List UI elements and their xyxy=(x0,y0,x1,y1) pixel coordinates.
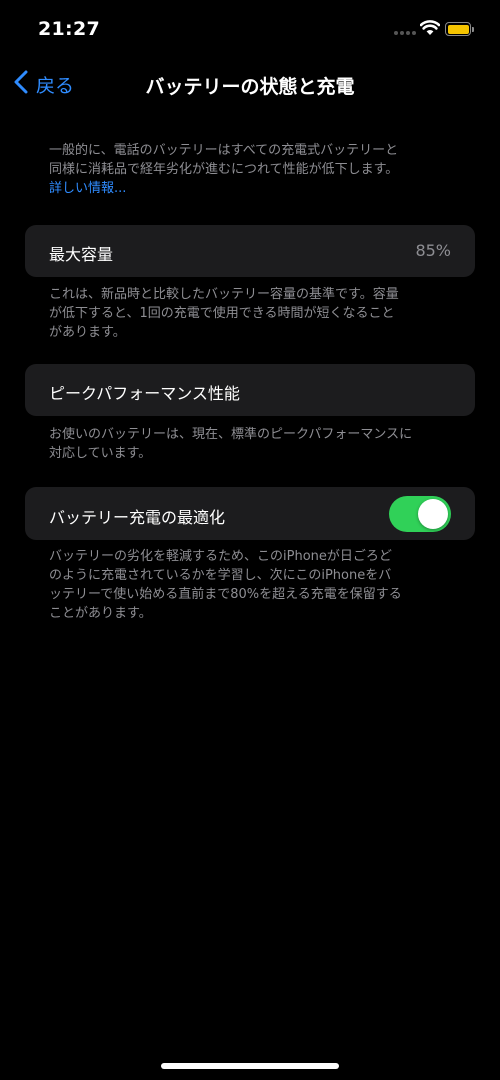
wifi-icon xyxy=(419,20,441,40)
peak-performance-description: お使いのバッテリーは、現在、標準のピークパフォーマンスに 対応しています。 xyxy=(49,425,429,463)
intro-line: 同様に消耗品で経年劣化が進むにつれて性能が低下します。 xyxy=(49,162,399,177)
navigation-bar: 戻る バッテリーの状態と充電 xyxy=(0,64,500,108)
description-line: ッテリーで使い始める直前まで80%を超える充電を保留する xyxy=(49,587,402,602)
description-line: があります。 xyxy=(49,325,126,340)
home-indicator[interactable] xyxy=(161,1063,339,1069)
status-bar: 21:27 xyxy=(0,0,500,56)
max-capacity-description: これは、新品時と比較したバッテリー容量の基準です。容量 が低下すると、1回の充電… xyxy=(49,285,429,342)
description-line: が低下すると、1回の充電で使用できる時間が短くなること xyxy=(49,306,395,321)
battery-icon xyxy=(445,22,475,38)
status-time: 21:27 xyxy=(38,18,100,40)
peak-performance-row: ピークパフォーマンス性能 xyxy=(25,364,475,416)
optimized-charging-toggle[interactable] xyxy=(389,496,451,532)
description-line: 対応しています。 xyxy=(49,446,152,461)
learn-more-link[interactable]: 詳しい情報... xyxy=(49,179,429,198)
page-title: バッテリーの状態と充電 xyxy=(145,76,355,98)
max-capacity-label: 最大容量 xyxy=(49,245,114,264)
description-line: お使いのバッテリーは、現在、標準のピークパフォーマンスに xyxy=(49,427,413,442)
intro-description: 一般的に、電話のバッテリーはすべての充電式バッテリーと 同様に消耗品で経年劣化が… xyxy=(49,141,429,198)
toggle-knob xyxy=(418,499,448,529)
optimized-charging-label: バッテリー充電の最適化 xyxy=(49,508,226,527)
max-capacity-row: 最大容量 85% xyxy=(25,225,475,277)
optimized-charging-description: バッテリーの劣化を軽減するため、このiPhoneが日ごろど のように充電されてい… xyxy=(49,547,429,623)
description-line: のように充電されているかを学習し、次にこのiPhoneをバ xyxy=(49,568,392,583)
description-line: これは、新品時と比較したバッテリー容量の基準です。容量 xyxy=(49,287,399,302)
intro-line: 一般的に、電話のバッテリーはすべての充電式バッテリーと xyxy=(49,143,399,158)
optimized-charging-row: バッテリー充電の最適化 xyxy=(25,487,475,540)
description-line: ことがあります。 xyxy=(49,606,152,621)
signal-icon xyxy=(394,31,416,35)
max-capacity-value: 85% xyxy=(415,241,451,260)
description-line: バッテリーの劣化を軽減するため、このiPhoneが日ごろど xyxy=(49,549,392,564)
peak-performance-label: ピークパフォーマンス性能 xyxy=(49,384,240,403)
